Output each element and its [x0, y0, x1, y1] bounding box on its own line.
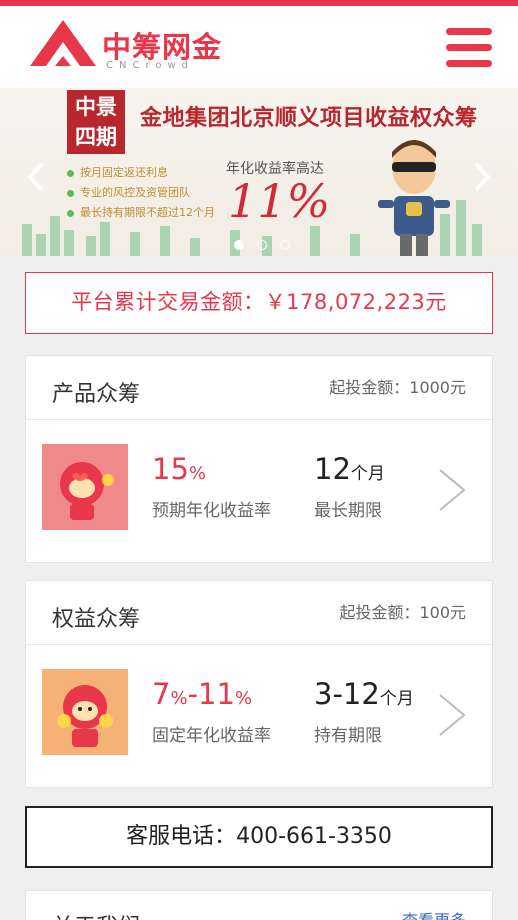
menu-bar-icon — [446, 60, 492, 67]
card-header: 产品众筹 起投金额：1000元 — [26, 356, 492, 420]
chevron-left-icon — [27, 162, 44, 192]
term-label: 最长期限 — [314, 501, 382, 521]
chevron-right-icon[interactable] — [436, 468, 468, 512]
bullet-icon — [67, 189, 74, 197]
fixed-rate: 7%-11% — [152, 677, 253, 711]
term-label: 持有期限 — [314, 726, 382, 746]
product-card-equity-crowdfunding[interactable]: 权益众筹 起投金额：100元 7%-11% 固定年化收益率 3-12个月 持有期… — [25, 580, 493, 788]
total-amount: ￥178,072,223元 — [264, 290, 447, 314]
product-card-product-crowdfunding[interactable]: 产品众筹 起投金额：1000元 15% 预期年化收益率 12个月 最长期限 — [25, 355, 493, 563]
term-value: 3-12个月 — [314, 677, 414, 711]
issue-tag-line1: 中景 — [75, 95, 117, 119]
about-section: 关于我们 查看更多 — [25, 890, 493, 920]
brand-subtitle: CNCrowd — [106, 60, 194, 71]
hotline-number: 400-661-3350 — [236, 824, 392, 849]
bullet-icon — [67, 209, 74, 217]
logo-mark-icon — [30, 20, 96, 66]
banner-feature: 最长持有期限不超过12个月 — [67, 204, 215, 220]
chevron-right-icon — [474, 162, 491, 192]
hotline-label: 客服电话： — [126, 824, 237, 849]
banner-pagination — [234, 235, 298, 254]
banner-title: 金地集团北京顺义项目收益权众筹 — [140, 106, 478, 131]
pagination-dot-active[interactable] — [234, 240, 244, 250]
businessman-illustration-icon — [378, 140, 450, 256]
card-title: 权益众筹 — [52, 607, 141, 632]
issue-tag-line2: 四期 — [75, 125, 117, 149]
expected-rate-label: 预期年化收益率 — [152, 501, 271, 521]
card-header: 权益众筹 起投金额：100元 — [26, 581, 492, 645]
banner-rate-value: 11% — [228, 174, 331, 228]
banner-feature: 专业的风控及资管团队 — [67, 184, 190, 200]
expected-rate: 15% — [152, 452, 207, 486]
menu-button[interactable] — [446, 28, 492, 68]
total-label: 平台累计交易金额： — [71, 290, 265, 314]
menu-bar-icon — [446, 28, 492, 35]
about-title: 关于我们 — [52, 909, 140, 920]
mascot-thumbnail-icon — [42, 444, 128, 530]
mascot-thumbnail-icon — [42, 669, 128, 755]
view-more-link[interactable]: 查看更多 — [402, 907, 466, 920]
promo-banner[interactable]: 中景 四期 金地集团北京顺义项目收益权众筹 按月固定返还利息 专业的风控及资管团… — [0, 88, 518, 256]
bullet-icon — [67, 169, 74, 177]
header: 中筹网金 CNCrowd — [0, 6, 518, 88]
fixed-rate-label: 固定年化收益率 — [152, 726, 271, 746]
pagination-dot[interactable] — [280, 240, 291, 250]
term-value: 12个月 — [314, 452, 385, 486]
min-investment: 起投金额：100元 — [339, 603, 466, 622]
banner-feature: 按月固定返还利息 — [67, 164, 168, 180]
banner-next-button[interactable] — [470, 160, 494, 202]
platform-total-amount: 平台累计交易金额：￥178,072,223元 — [25, 272, 493, 334]
banner-prev-button[interactable] — [24, 160, 48, 202]
card-title: 产品众筹 — [52, 382, 141, 407]
menu-bar-icon — [446, 44, 492, 51]
pagination-dot[interactable] — [257, 240, 268, 250]
logo[interactable]: 中筹网金 CNCrowd — [28, 18, 228, 78]
issue-tag: 中景 四期 — [67, 90, 125, 154]
customer-service-hotline[interactable]: 客服电话：400-661-3350 — [25, 806, 493, 868]
chevron-right-icon[interactable] — [436, 693, 468, 737]
min-investment: 起投金额：1000元 — [329, 378, 466, 397]
